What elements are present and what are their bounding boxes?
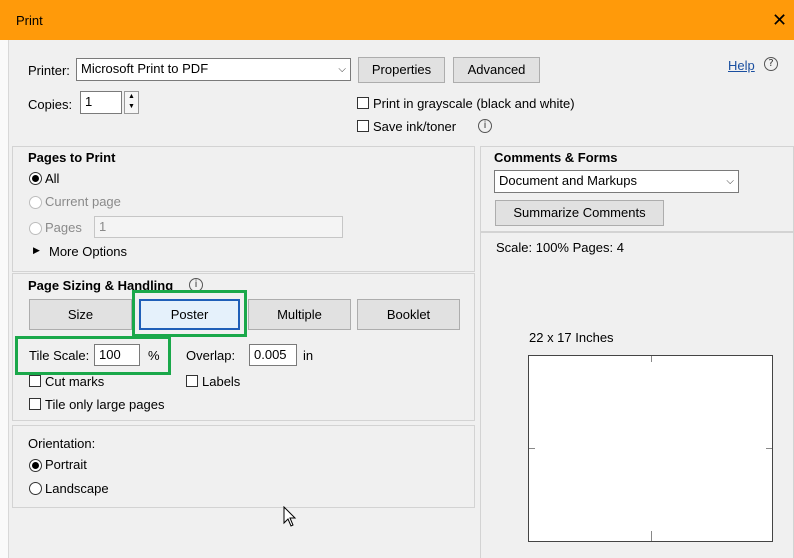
tab-booklet-label: Booklet xyxy=(386,307,431,322)
printer-select[interactable]: Microsoft Print to PDF ⌵ xyxy=(76,58,351,81)
properties-button[interactable]: Properties xyxy=(358,57,445,83)
help-info-icon[interactable]: ? xyxy=(764,57,778,71)
comments-forms-heading: Comments & Forms xyxy=(494,150,618,165)
current-page-label: Current page xyxy=(45,194,121,209)
tab-size[interactable]: Size xyxy=(29,299,132,330)
preview-scale-text: Scale: 100% Pages: 4 xyxy=(496,240,624,255)
current-page-radio[interactable] xyxy=(29,196,42,209)
preview-page xyxy=(528,355,773,542)
tile-large-label: Tile only large pages xyxy=(45,397,165,412)
tab-booklet[interactable]: Booklet xyxy=(357,299,460,330)
printer-select-value: Microsoft Print to PDF xyxy=(81,61,209,76)
mouse-cursor-icon xyxy=(283,506,297,527)
properties-label: Properties xyxy=(371,62,432,77)
help-link[interactable]: Help xyxy=(728,58,755,73)
window-title: Print xyxy=(16,13,43,28)
copies-stepper[interactable]: ▲ ▼ xyxy=(124,91,139,114)
tile-tick-left xyxy=(529,448,535,449)
overlap-label: Overlap: xyxy=(186,348,236,363)
background-document-strip xyxy=(0,40,9,558)
comments-forms-select[interactable]: Document and Markups ⌵ xyxy=(494,170,739,193)
tab-multiple-label: Multiple xyxy=(277,307,322,322)
copies-label: Copies: xyxy=(28,97,73,112)
save-ink-info-icon[interactable]: i xyxy=(478,119,492,133)
tab-multiple[interactable]: Multiple xyxy=(248,299,351,330)
orientation-heading: Orientation: xyxy=(28,436,96,451)
advanced-label: Advanced xyxy=(467,62,526,77)
poster-highlight-box xyxy=(132,290,247,337)
pages-label: Pages xyxy=(45,220,82,235)
printer-label: Printer: xyxy=(28,63,70,78)
cut-marks-checkbox[interactable] xyxy=(29,375,41,387)
portrait-label: Portrait xyxy=(45,457,87,472)
cut-marks-label: Cut marks xyxy=(45,374,105,389)
all-label: All xyxy=(45,171,60,186)
title-bar xyxy=(0,0,794,40)
copies-input[interactable]: 1 xyxy=(80,91,122,114)
tile-tick-bottom xyxy=(651,531,652,541)
tile-large-checkbox[interactable] xyxy=(29,398,41,410)
chevron-down-icon: ⌵ xyxy=(338,64,346,75)
all-radio[interactable] xyxy=(29,172,42,185)
close-icon[interactable]: ✕ xyxy=(772,11,787,29)
summarize-comments-button[interactable]: Summarize Comments xyxy=(495,200,664,226)
expand-triangle-icon[interactable]: ▶ xyxy=(33,245,40,256)
pages-to-print-heading: Pages to Print xyxy=(28,150,116,165)
tile-tick-top xyxy=(651,356,652,362)
labels-label: Labels xyxy=(202,374,241,389)
pages-range-input[interactable]: 1 xyxy=(94,216,343,238)
landscape-radio[interactable] xyxy=(29,482,42,495)
preview-size-text: 22 x 17 Inches xyxy=(529,330,614,345)
summarize-comments-label: Summarize Comments xyxy=(513,205,646,220)
stepper-down-icon[interactable]: ▼ xyxy=(125,102,138,112)
labels-checkbox[interactable] xyxy=(186,375,198,387)
portrait-radio[interactable] xyxy=(29,459,42,472)
grayscale-checkbox[interactable] xyxy=(357,97,369,109)
save-ink-label: Save ink/toner xyxy=(373,119,457,134)
landscape-label: Landscape xyxy=(45,481,109,496)
tile-tick-right xyxy=(766,448,772,449)
save-ink-checkbox[interactable] xyxy=(357,120,369,132)
chevron-down-icon: ⌵ xyxy=(726,176,734,187)
tab-size-label: Size xyxy=(67,307,94,322)
pages-radio[interactable] xyxy=(29,222,42,235)
advanced-button[interactable]: Advanced xyxy=(453,57,540,83)
comments-forms-value: Document and Markups xyxy=(499,173,638,188)
stepper-up-icon[interactable]: ▲ xyxy=(125,92,138,102)
overlap-input[interactable]: 0.005 xyxy=(249,344,297,366)
grayscale-label: Print in grayscale (black and white) xyxy=(373,96,575,111)
tile-scale-highlight-box xyxy=(15,336,171,375)
more-options-label[interactable]: More Options xyxy=(49,244,127,259)
overlap-unit: in xyxy=(303,348,314,363)
